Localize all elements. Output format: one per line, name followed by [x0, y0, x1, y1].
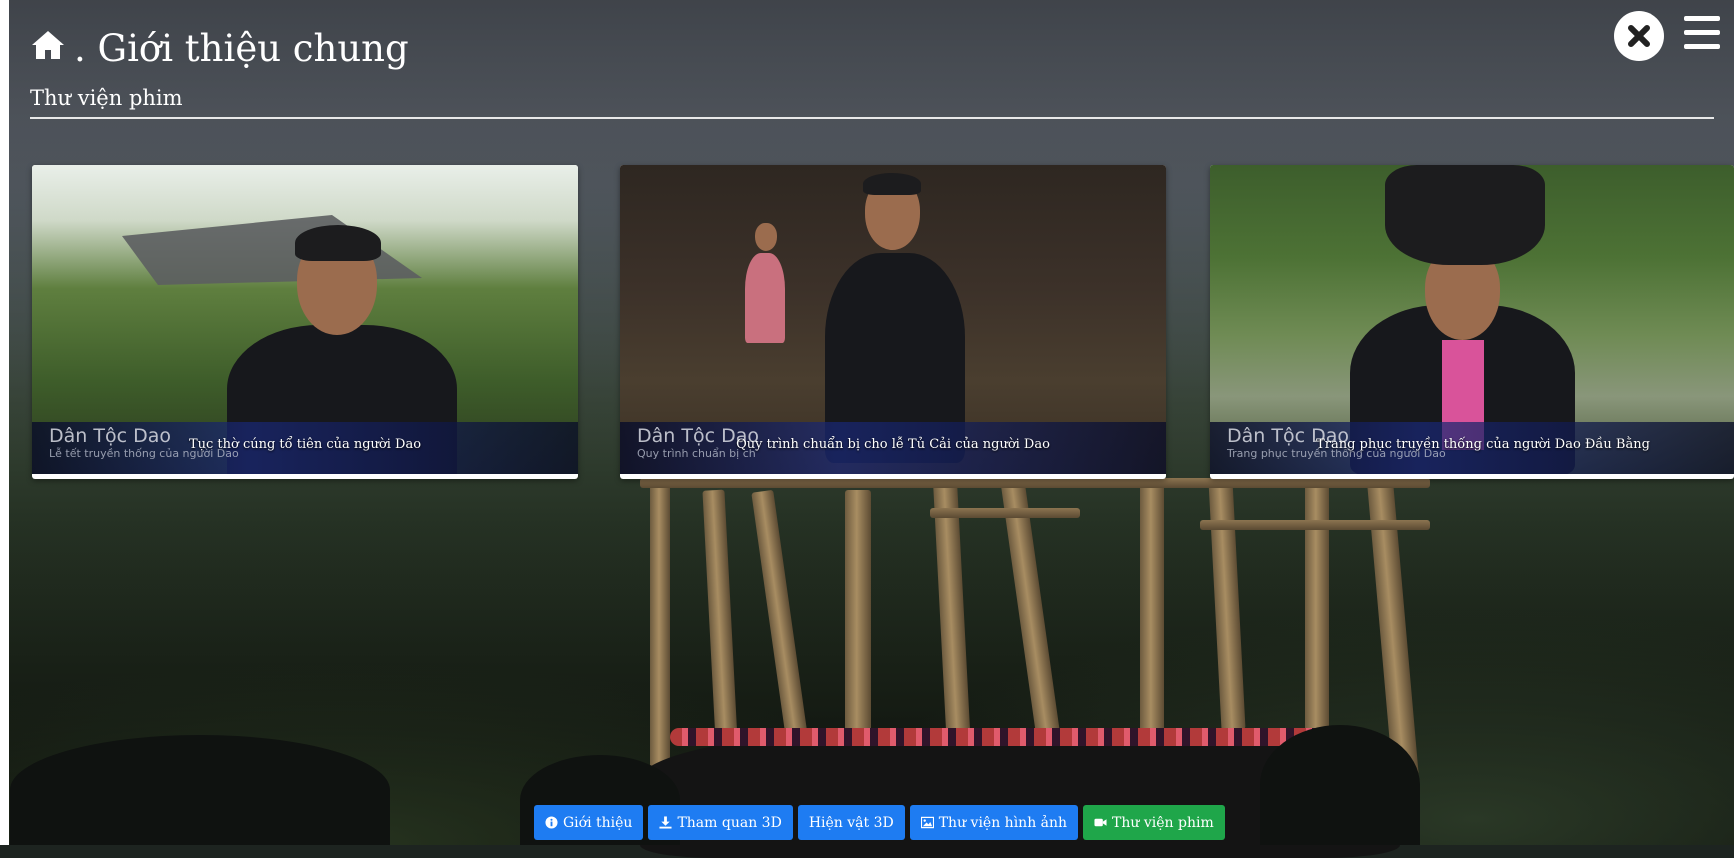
nav-button-tham-quan-3d[interactable]: Tham quan 3D	[648, 805, 793, 840]
page-title: . Giới thiệu chung	[30, 22, 1716, 76]
home-icon[interactable]	[30, 22, 66, 76]
scaffold-beam	[930, 508, 1080, 518]
crowd-silhouette	[10, 735, 390, 845]
crowd-silhouette	[1260, 725, 1420, 845]
page-header: . Giới thiệu chung Thư viện phim	[30, 22, 1716, 110]
video-camera-icon	[1094, 818, 1107, 827]
bottom-navigation: Giới thiệu Tham quan 3D Hiện vật 3D Thư …	[534, 805, 1225, 840]
section-subtitle: Thư viện phim	[30, 86, 183, 110]
scaffold-post	[650, 480, 670, 770]
info-icon	[545, 816, 558, 829]
close-button[interactable]	[1614, 11, 1664, 61]
nav-button-gioi-thieu[interactable]: Giới thiệu	[534, 805, 644, 840]
video-card-1[interactable]: Dân Tộc Dao Lễ tết truyền thống của ngườ…	[32, 165, 578, 479]
hamburger-menu-button[interactable]	[1684, 16, 1720, 54]
header-divider	[30, 117, 1714, 119]
image-icon	[920, 816, 934, 829]
scaffold-post	[1140, 480, 1164, 740]
video-caption: Trang phục truyền thống của người Dao Đầ…	[1316, 437, 1650, 452]
video-card-2[interactable]: Dân Tộc Dao Quy trình chuẩn bị ch Quy tr…	[620, 165, 1166, 479]
nav-button-label: Thư viện hình ảnh	[938, 814, 1068, 831]
page-title-text: . Giới thiệu chung	[74, 27, 409, 70]
video-caption: Tục thờ cúng tổ tiên của người Dao	[188, 437, 422, 452]
scaffold-post	[845, 490, 871, 750]
nav-button-label: Giới thiệu	[563, 814, 633, 831]
video-caption: Quy trình chuẩn bị cho lễ Tủ Cải của ngư…	[736, 437, 1050, 452]
download-icon	[659, 816, 672, 829]
close-icon	[1628, 25, 1650, 47]
nav-button-label: Hiện vật 3D	[808, 814, 894, 831]
nav-button-thu-vien-phim[interactable]: Thư viện phim	[1083, 805, 1225, 840]
window-edge	[0, 0, 9, 845]
nav-button-thu-vien-hinh-anh[interactable]: Thư viện hình ảnh	[909, 805, 1079, 840]
scaffold-beam	[640, 478, 1430, 488]
video-card-3[interactable]: Dân Tộc Dao Trang phục truyền thống của …	[1210, 165, 1734, 479]
nav-button-label: Thư viện phim	[1112, 814, 1214, 831]
nav-button-hien-vat-3d[interactable]: Hiện vật 3D	[797, 805, 905, 840]
nav-button-label: Tham quan 3D	[677, 814, 782, 831]
scaffold-beam	[1200, 520, 1430, 530]
hamburger-menu-icon-bar	[1684, 44, 1720, 49]
hamburger-menu-icon-bar	[1684, 30, 1720, 35]
hamburger-menu-icon-bar	[1684, 16, 1720, 21]
